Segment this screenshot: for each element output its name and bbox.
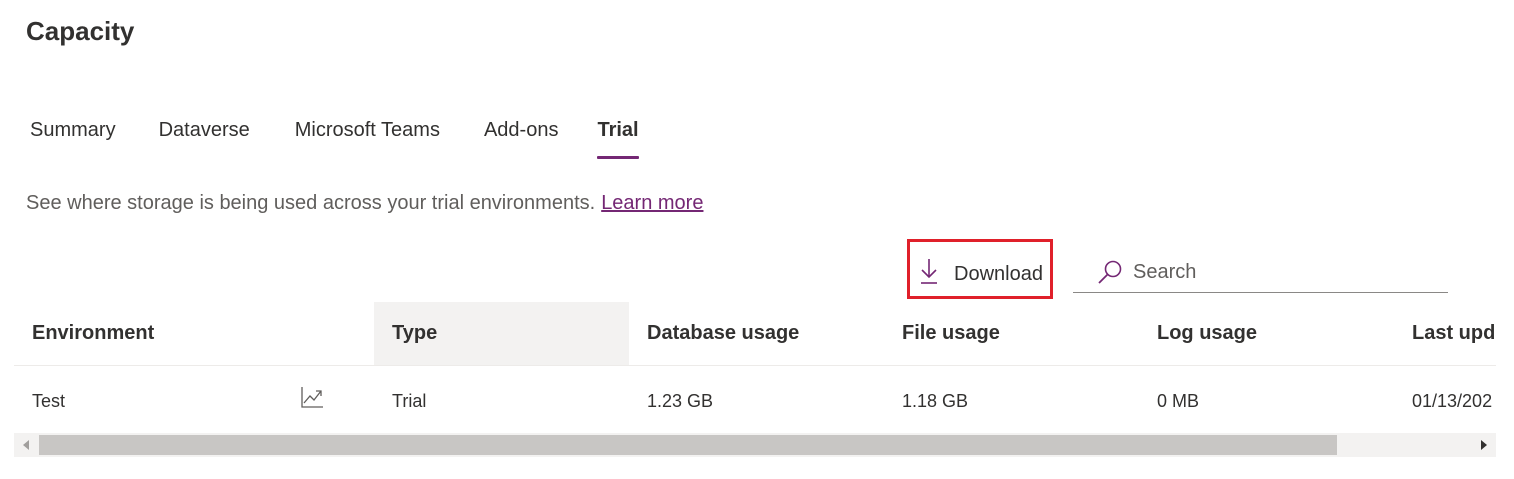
tab-add-ons[interactable]: Add-ons xyxy=(484,112,559,162)
search-icon xyxy=(1098,260,1122,284)
download-button[interactable]: Download xyxy=(907,239,1053,299)
cell-last-updated: 01/13/202 xyxy=(1412,391,1493,411)
download-icon xyxy=(921,259,937,284)
cell-type: Trial xyxy=(392,391,427,411)
table-header: Environment Type Database usage File usa… xyxy=(14,302,1496,366)
table-row[interactable]: Test Trial 1.23 GB 1.18 GB 0 MB 01/13/20… xyxy=(14,366,1496,432)
chart-line-icon[interactable] xyxy=(300,385,324,409)
cell-file-usage: 1.18 GB xyxy=(902,391,969,411)
tab-dataverse[interactable]: Dataverse xyxy=(159,112,250,162)
column-header-database-usage[interactable]: Database usage xyxy=(629,302,884,365)
search-input[interactable] xyxy=(1133,260,1433,284)
cell-log-usage: 0 MB xyxy=(1157,391,1200,411)
capacity-page: Capacity Summary Dataverse Microsoft Tea… xyxy=(0,0,1514,479)
search-box[interactable] xyxy=(1073,252,1448,293)
cell-environment[interactable]: Test xyxy=(14,366,284,432)
scroll-left-arrow-icon[interactable] xyxy=(14,433,38,457)
tab-microsoft-teams[interactable]: Microsoft Teams xyxy=(295,112,440,162)
scroll-right-arrow-icon[interactable] xyxy=(1472,433,1496,457)
download-button-label: Download xyxy=(954,262,1043,285)
column-header-type[interactable]: Type xyxy=(374,302,629,365)
column-header-environment[interactable]: Environment xyxy=(14,302,374,365)
learn-more-link[interactable]: Learn more xyxy=(601,192,703,214)
page-title: Capacity xyxy=(26,16,135,46)
page-description: See where storage is being used across y… xyxy=(26,190,703,216)
scrollbar-thumb[interactable] xyxy=(39,435,1337,455)
tab-trial[interactable]: Trial xyxy=(597,112,639,162)
tab-list: Summary Dataverse Microsoft Teams Add-on… xyxy=(30,112,639,162)
column-header-file-usage[interactable]: File usage xyxy=(884,302,1139,365)
horizontal-scrollbar[interactable] xyxy=(14,433,1496,457)
environments-table: Environment Type Database usage File usa… xyxy=(14,302,1496,433)
tab-summary[interactable]: Summary xyxy=(30,112,116,162)
column-header-last-updated[interactable]: Last upda xyxy=(1394,302,1496,365)
column-header-log-usage[interactable]: Log usage xyxy=(1139,302,1394,365)
cell-database-usage: 1.23 GB xyxy=(647,391,714,411)
description-text: See where storage is being used across y… xyxy=(26,192,596,214)
